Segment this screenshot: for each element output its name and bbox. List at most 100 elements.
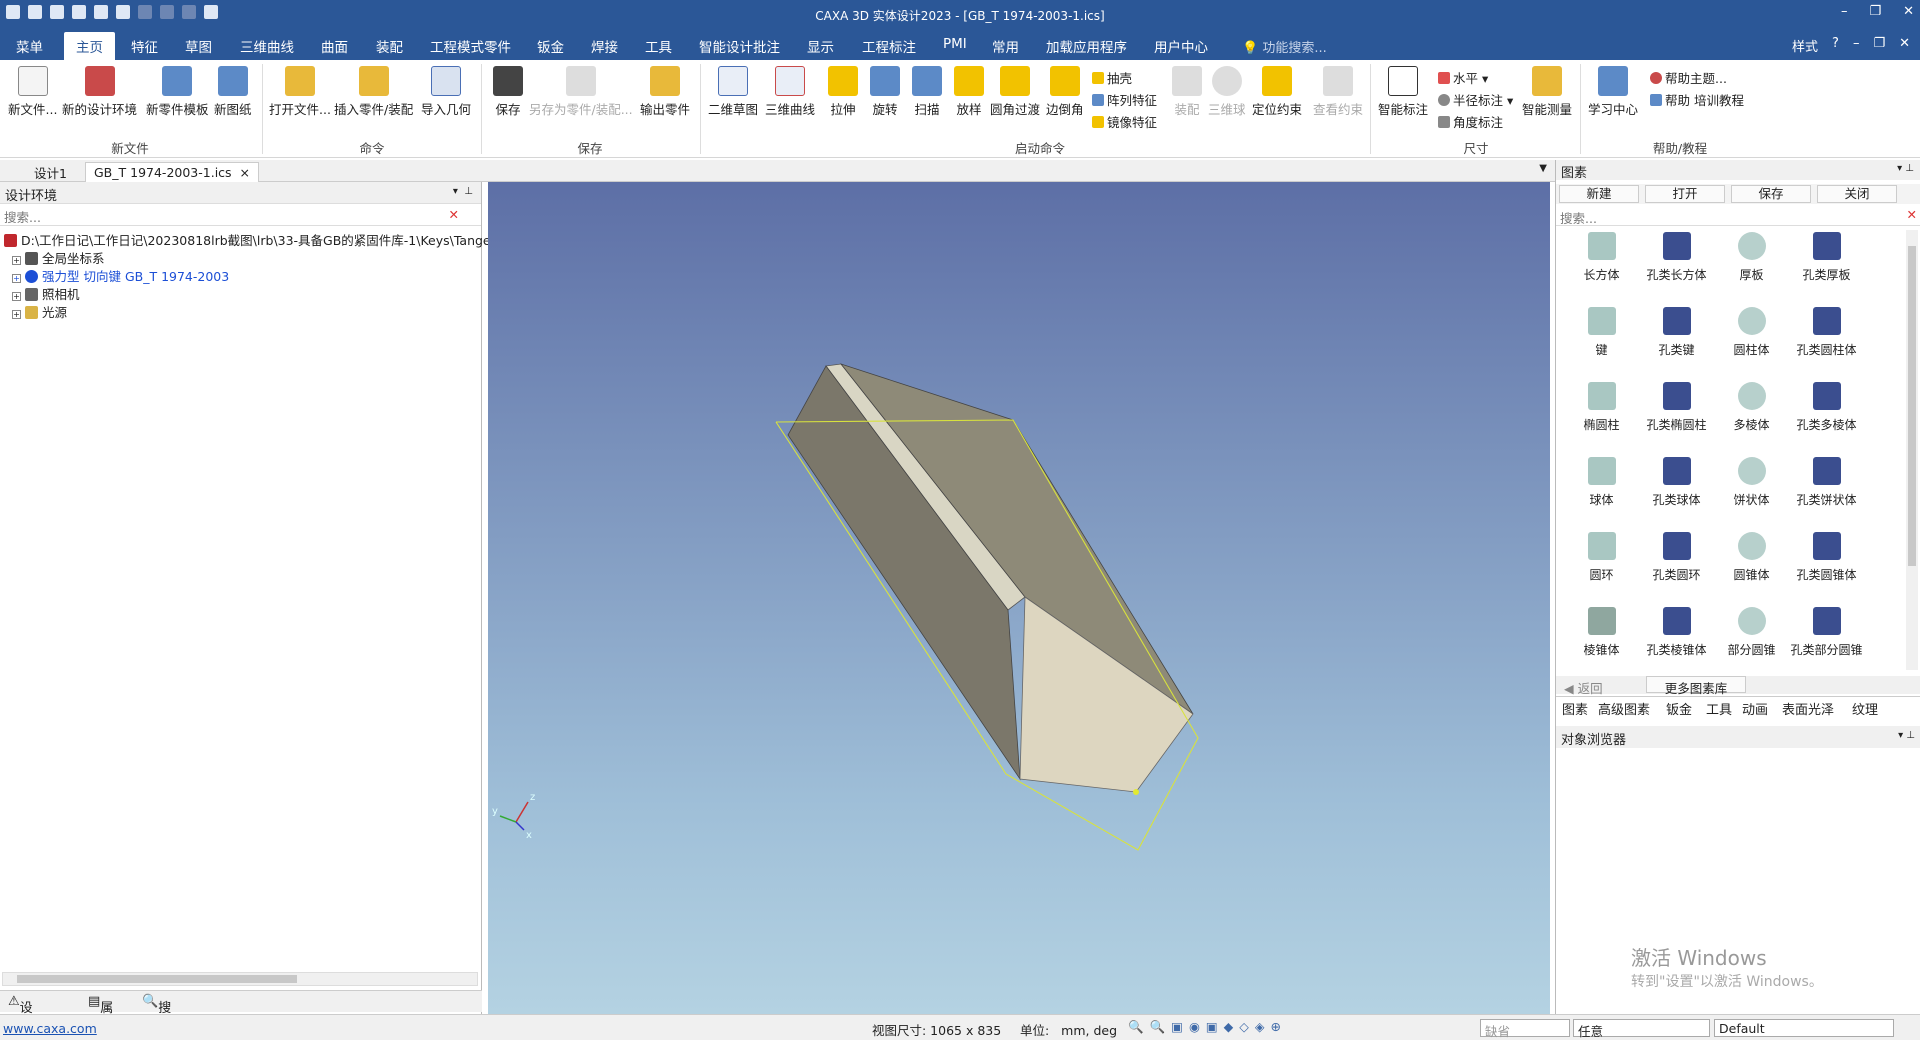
- horizontal-dim-button[interactable]: 水平 ▾: [1438, 68, 1488, 87]
- catalog-item[interactable]: 孔类棱锥体: [1639, 603, 1714, 673]
- doc-tab-design1[interactable]: 设计1: [26, 163, 75, 182]
- help-icon[interactable]: ?: [1832, 36, 1839, 55]
- catalog-item[interactable]: 孔类厚板: [1789, 228, 1864, 298]
- caxa-link[interactable]: www.caxa.com: [3, 1021, 97, 1036]
- catalog-pin-icon[interactable]: ▾ ⊥: [1897, 163, 1914, 174]
- sweep-button[interactable]: 扫描: [912, 66, 942, 118]
- extrude-button[interactable]: 拉伸: [828, 66, 858, 118]
- catalog-scroll-thumb[interactable]: [1908, 246, 1916, 566]
- tree-search-input[interactable]: 搜索... ✕: [0, 204, 481, 226]
- model-canvas[interactable]: z y x: [488, 182, 1550, 1014]
- chamfer-button[interactable]: 边倒角: [1046, 66, 1084, 118]
- tab-search[interactable]: 🔍 搜索: [142, 994, 171, 1035]
- new-part-template-button[interactable]: 新零件模板: [146, 66, 209, 118]
- catalog-close-button[interactable]: 关闭: [1817, 185, 1897, 203]
- catalog-item[interactable]: 多棱体: [1714, 378, 1789, 448]
- catalog-item[interactable]: 孔类圆环: [1639, 528, 1714, 598]
- view-constraint-button[interactable]: 查看约束: [1313, 66, 1363, 118]
- catalog-item[interactable]: 圆锥体: [1714, 528, 1789, 598]
- catalog-save-button[interactable]: 保存: [1731, 185, 1811, 203]
- selection-handle[interactable]: [1133, 789, 1139, 795]
- shell-button[interactable]: 抽壳: [1092, 68, 1132, 87]
- open-file-button[interactable]: 打开文件...: [269, 66, 331, 118]
- tab-tools[interactable]: 工具: [645, 36, 672, 56]
- minimize-button[interactable]: –: [1841, 4, 1848, 19]
- tab-menu[interactable]: 菜单: [16, 36, 43, 56]
- catalog-item[interactable]: 圆环: [1564, 528, 1639, 598]
- horizontal-scrollbar[interactable]: [2, 972, 478, 986]
- smart-dim-button[interactable]: 智能标注: [1378, 66, 1428, 118]
- expand-icon[interactable]: +: [12, 274, 21, 283]
- catalog-item[interactable]: 饼状体: [1714, 453, 1789, 523]
- catalog-item[interactable]: 厚板: [1714, 228, 1789, 298]
- assembly-button[interactable]: 装配: [1172, 66, 1202, 118]
- close-button[interactable]: ✕: [1903, 4, 1914, 19]
- tab-sketch[interactable]: 草图: [185, 36, 212, 56]
- tab-weld[interactable]: 焊接: [591, 36, 618, 56]
- ball3d-button[interactable]: 三维球: [1208, 66, 1246, 118]
- new-drawing-button[interactable]: 新图纸: [214, 66, 252, 118]
- tab-advanced-elements[interactable]: 高级图素: [1598, 699, 1650, 718]
- catalog-back-button[interactable]: ◀ 返回: [1564, 678, 1603, 697]
- export-part-button[interactable]: 输出零件: [640, 66, 690, 118]
- catalog-item[interactable]: 孔类多棱体: [1789, 378, 1864, 448]
- new-design-button[interactable]: 新的设计环境: [62, 66, 137, 118]
- radius-dim-button[interactable]: 半径标注 ▾: [1438, 90, 1513, 109]
- catalog-item[interactable]: 孔类饼状体: [1789, 453, 1864, 523]
- catalog-item[interactable]: 孔类圆锥体: [1789, 528, 1864, 598]
- pattern-button[interactable]: 阵列特征: [1092, 90, 1157, 109]
- tree-item-key-part[interactable]: + 强力型 切向键 GB_T 1974-2003: [0, 266, 481, 284]
- catalog-item[interactable]: 球体: [1564, 453, 1639, 523]
- feature-search[interactable]: 💡 功能搜索...: [1242, 37, 1327, 56]
- catalog-item[interactable]: 孔类球体: [1639, 453, 1714, 523]
- tree-item-camera[interactable]: + 照相机: [0, 284, 481, 302]
- tree-item-light[interactable]: + 光源: [0, 302, 481, 320]
- object-browser-pin-icon[interactable]: ▾ ⊥: [1898, 730, 1915, 741]
- ribbon-close-icon[interactable]: ✕: [1899, 36, 1910, 55]
- catalog-open-button[interactable]: 打开: [1645, 185, 1725, 203]
- catalog-clear-icon[interactable]: ✕: [1907, 207, 1917, 222]
- curve3d-button[interactable]: 三维曲线: [765, 66, 815, 118]
- expand-icon[interactable]: +: [12, 292, 21, 301]
- panel-pin-icon[interactable]: ▾ ⊥: [453, 186, 473, 197]
- tab-animation[interactable]: 动画: [1742, 699, 1768, 718]
- more-catalog-button[interactable]: 更多图素库: [1646, 676, 1746, 696]
- style-select[interactable]: Default: [1714, 1019, 1894, 1037]
- help-topics-button[interactable]: 帮助主题...: [1650, 68, 1727, 87]
- tab-load-apps[interactable]: 加载应用程序: [1046, 36, 1127, 56]
- catalog-item[interactable]: 孔类长方体: [1639, 228, 1714, 298]
- fillet-button[interactable]: 圆角过渡: [990, 66, 1040, 118]
- style-menu[interactable]: 样式: [1792, 36, 1818, 55]
- insert-part-button[interactable]: 插入零件/装配: [334, 66, 413, 118]
- catalog-scrollbar[interactable]: [1906, 230, 1918, 670]
- 3d-viewport[interactable]: z y x: [488, 182, 1550, 1014]
- tab-eng-dim[interactable]: 工程标注: [862, 36, 916, 56]
- tab-pmi[interactable]: PMI: [943, 36, 967, 52]
- catalog-item[interactable]: 孔类椭圆柱: [1639, 378, 1714, 448]
- save-as-part-button[interactable]: 另存为零件/装配...: [529, 66, 633, 118]
- tab-dropdown-icon[interactable]: ▼: [1539, 163, 1547, 174]
- tab-texture[interactable]: 纹理: [1852, 699, 1878, 718]
- tab-user-center[interactable]: 用户中心: [1154, 36, 1208, 56]
- tab-properties[interactable]: ▤ 属性: [88, 994, 113, 1035]
- catalog-item[interactable]: 部分圆锥: [1714, 603, 1789, 673]
- catalog-search-input[interactable]: 搜索... ✕: [1556, 206, 1920, 226]
- expand-icon[interactable]: +: [12, 256, 21, 265]
- catalog-item[interactable]: 棱锥体: [1564, 603, 1639, 673]
- tree-item-global-coords[interactable]: + 全局坐标系: [0, 248, 481, 266]
- close-tab-icon[interactable]: ×: [240, 165, 250, 180]
- new-file-button[interactable]: 新文件...: [8, 66, 57, 118]
- doc-tab-active[interactable]: GB_T 1974-2003-1.ics ×: [85, 162, 259, 182]
- catalog-item[interactable]: 圆柱体: [1714, 303, 1789, 373]
- tab-surface-gloss[interactable]: 表面光泽: [1782, 699, 1834, 718]
- filter-select[interactable]: 任意: [1573, 1019, 1710, 1039]
- catalog-item[interactable]: 长方体: [1564, 228, 1639, 298]
- tab-smart-annot[interactable]: 智能设计批注: [699, 36, 780, 56]
- scrollbar-thumb[interactable]: [17, 975, 297, 983]
- tab-sheetmetal[interactable]: 钣金: [537, 36, 564, 56]
- catalog-item[interactable]: 孔类圆柱体: [1789, 303, 1864, 373]
- tab-sheetmetal-elements[interactable]: 钣金: [1666, 699, 1692, 718]
- catalog-item[interactable]: 孔类键: [1639, 303, 1714, 373]
- clear-search-icon[interactable]: ✕: [449, 207, 459, 222]
- constraint-button[interactable]: 定位约束: [1252, 66, 1302, 118]
